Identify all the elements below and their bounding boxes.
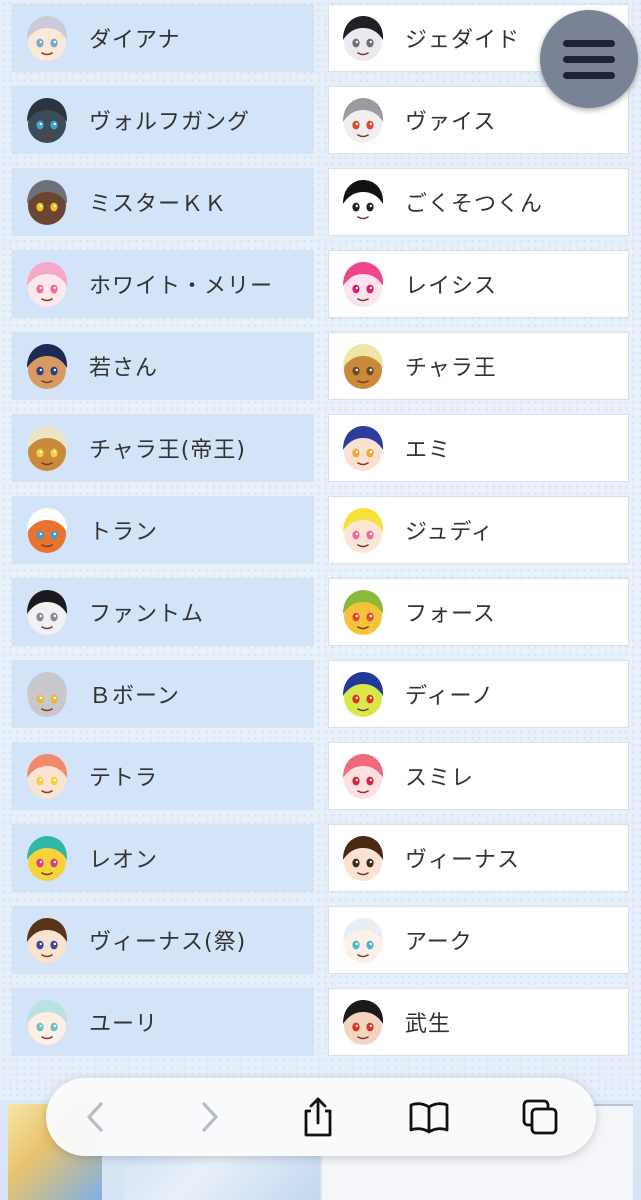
character-name: ヴィーナス(祭) xyxy=(89,930,247,955)
character-link[interactable]: ユーリ xyxy=(12,988,314,1056)
character-name: ディーノ xyxy=(405,684,495,709)
character-name: エミ xyxy=(405,438,452,463)
character-link[interactable]: ホワイト・メリー xyxy=(12,250,314,318)
browser-toolbar xyxy=(46,1078,596,1156)
character-link[interactable]: スミレ xyxy=(328,742,629,810)
mister-kk-avatar-icon xyxy=(27,180,68,225)
sumire-avatar-icon xyxy=(343,754,384,799)
takeo-avatar-icon xyxy=(343,1000,384,1045)
ark-avatar-icon xyxy=(343,918,384,963)
tetra-avatar-icon xyxy=(27,754,68,799)
character-link[interactable]: ディーノ xyxy=(328,660,629,728)
character-name: ヴォルフガング xyxy=(89,110,251,135)
character-name: フォース xyxy=(405,602,496,627)
character-name: スミレ xyxy=(405,766,475,791)
white-merry-avatar-icon xyxy=(27,262,68,307)
gokusotsu-kun-avatar-icon xyxy=(343,180,384,225)
character-name: ファントム xyxy=(89,602,205,627)
character-link[interactable]: アーク xyxy=(328,906,629,974)
hamburger-menu-icon xyxy=(563,55,615,63)
rasis-avatar-icon xyxy=(343,262,384,307)
menu-button[interactable] xyxy=(540,10,638,108)
character-name: チャラ王 xyxy=(405,356,497,381)
waka-san-avatar-icon xyxy=(27,344,68,389)
yuri-avatar-icon xyxy=(27,1000,68,1045)
character-name: ヴィーナス xyxy=(405,848,521,873)
character-name: テトラ xyxy=(89,766,159,791)
character-name: ごくそつくん xyxy=(405,192,544,217)
hamburger-menu-icon xyxy=(563,71,615,79)
character-name: チャラ王(帝王) xyxy=(89,438,246,463)
diana-avatar-icon xyxy=(27,16,68,61)
b-bone-avatar-icon xyxy=(27,672,68,717)
character-link[interactable]: エミ xyxy=(328,414,629,482)
judy-avatar-icon xyxy=(343,508,384,553)
character-link[interactable]: テトラ xyxy=(12,742,314,810)
jedaido-avatar-icon xyxy=(343,16,384,61)
tabs-icon xyxy=(522,1099,558,1135)
tabs-button[interactable] xyxy=(514,1091,566,1143)
character-link[interactable]: ヴィーナス xyxy=(328,824,629,892)
phantom-avatar-icon xyxy=(27,590,68,635)
back-button[interactable] xyxy=(70,1091,122,1143)
back-chevron-icon xyxy=(87,1102,103,1132)
character-link[interactable]: ミスターＫＫ xyxy=(12,168,314,236)
bookmarks-button[interactable] xyxy=(403,1091,455,1143)
character-link[interactable]: 武生 xyxy=(328,988,629,1056)
venus-avatar-icon xyxy=(343,836,384,881)
share-icon xyxy=(304,1097,332,1137)
character-link[interactable]: レイシス xyxy=(328,250,629,318)
forward-chevron-icon xyxy=(202,1102,218,1132)
character-link[interactable]: Ｂボーン xyxy=(12,660,314,728)
character-link[interactable]: ジュディ xyxy=(328,496,629,564)
bookmarks-icon xyxy=(409,1102,449,1134)
character-name: レオン xyxy=(89,848,159,873)
dino-avatar-icon xyxy=(343,672,384,717)
character-name: Ｂボーン xyxy=(89,684,180,709)
chara-ou-teiou-avatar-icon xyxy=(27,426,68,471)
character-name: ヴァイス xyxy=(405,110,497,135)
hamburger-menu-icon xyxy=(563,39,615,47)
character-name: レイシス xyxy=(405,274,498,299)
emi-avatar-icon xyxy=(343,426,384,471)
character-link[interactable]: 若さん xyxy=(12,332,314,400)
force-avatar-icon xyxy=(343,590,384,635)
character-link[interactable]: ダイアナ xyxy=(12,4,314,72)
chara-ou-avatar-icon xyxy=(343,344,384,389)
character-link[interactable]: ごくそつくん xyxy=(328,168,629,236)
character-link[interactable]: ヴォルフガング xyxy=(12,86,314,154)
share-button[interactable] xyxy=(292,1091,344,1143)
character-name: ミスターＫＫ xyxy=(89,192,228,217)
character-link[interactable]: ヴィーナス(祭) xyxy=(12,906,314,974)
character-name: ジュディ xyxy=(405,520,494,545)
character-name: ユーリ xyxy=(89,1012,159,1037)
character-name: 武生 xyxy=(405,1012,452,1037)
character-name: アーク xyxy=(405,930,473,955)
character-link[interactable]: フォース xyxy=(328,578,629,646)
character-name: ホワイト・メリー xyxy=(89,274,274,299)
character-name: ジェダイド xyxy=(405,28,521,53)
venus-matsuri-avatar-icon xyxy=(27,918,68,963)
vice-avatar-icon xyxy=(343,98,384,143)
leon-avatar-icon xyxy=(27,836,68,881)
character-link[interactable]: レオン xyxy=(12,824,314,892)
character-name: トラン xyxy=(89,520,159,545)
character-link[interactable]: トラン xyxy=(12,496,314,564)
character-link[interactable]: ファントム xyxy=(12,578,314,646)
toran-avatar-icon xyxy=(27,508,68,553)
character-link[interactable]: チャラ王 xyxy=(328,332,629,400)
forward-button[interactable] xyxy=(183,1091,235,1143)
character-name: ダイアナ xyxy=(89,28,181,53)
wolfgang-avatar-icon xyxy=(27,98,68,143)
character-name: 若さん xyxy=(89,356,159,381)
character-grid: ダイアナ ジェダイドヴォルフガング ヴァイスミスターＫＫ ごくそつくんホワイト・メリー… xyxy=(12,4,629,1056)
character-link[interactable]: チャラ王(帝王) xyxy=(12,414,314,482)
